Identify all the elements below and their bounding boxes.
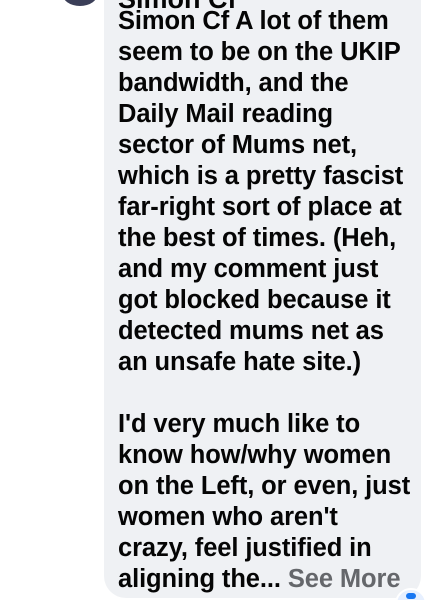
avatar[interactable] — [62, 0, 98, 6]
comment-paragraph: Simon Cf A lot of them seem to be on the… — [118, 7, 404, 376]
comment-body: Simon Cf A lot of them seem to be on the… — [118, 6, 418, 595]
see-more-link[interactable]: See More — [288, 565, 401, 593]
